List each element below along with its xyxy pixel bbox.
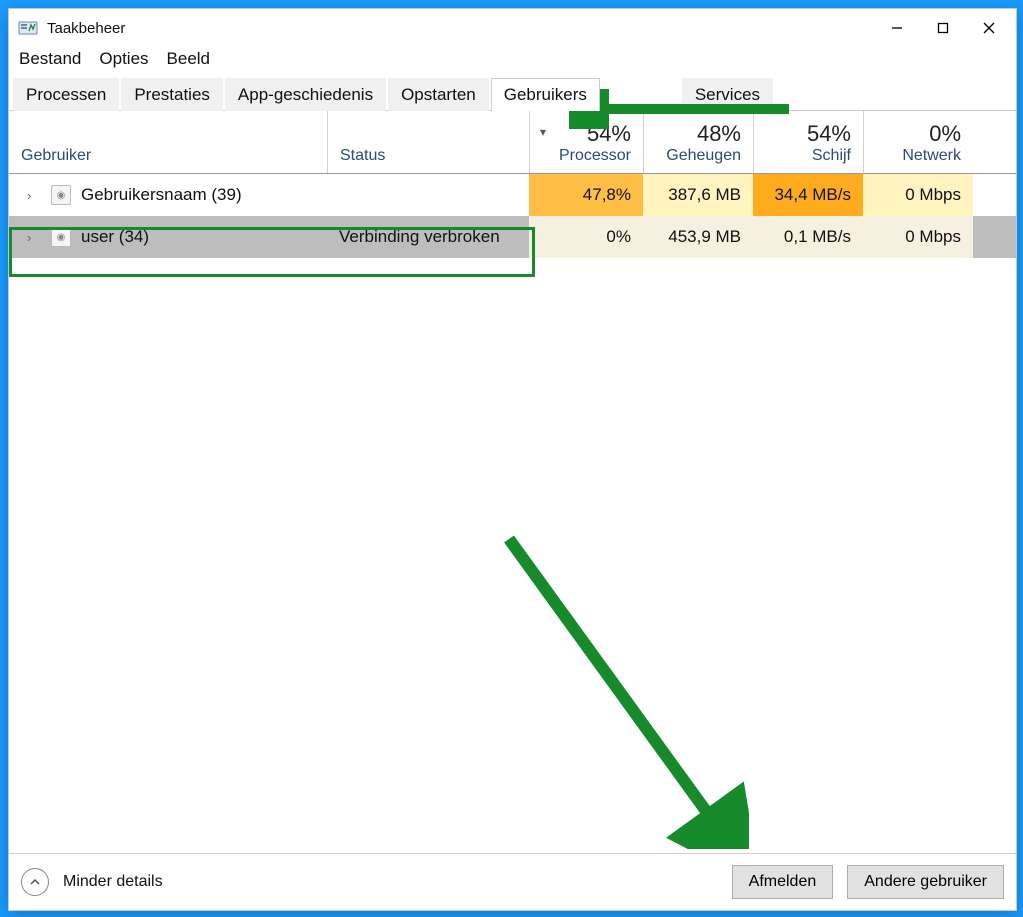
col-header-cpu-pct: 54% <box>542 121 631 147</box>
col-header-cpu[interactable]: ▾ 54% Processor <box>529 111 643 173</box>
col-header-network[interactable]: 0% Netwerk <box>863 111 973 173</box>
tab-app-history[interactable]: App-geschiedenis <box>225 78 386 111</box>
close-button[interactable] <box>966 9 1012 47</box>
tab-strip: Processen Prestaties App-geschiedenis Op… <box>9 77 1016 111</box>
footer-bar: Minder details Afmelden Andere gebruiker <box>9 853 1016 910</box>
col-header-disk-pct: 54% <box>766 121 851 147</box>
user-name: Gebruikersnaam (39) <box>81 185 242 205</box>
col-header-mem-label: Geheugen <box>656 147 741 165</box>
menu-options[interactable]: Opties <box>99 49 148 69</box>
window-title: Taakbeheer <box>47 20 125 37</box>
col-header-net-label: Netwerk <box>876 147 961 165</box>
user-cpu: 0% <box>606 227 631 247</box>
user-name: user (34) <box>81 227 149 247</box>
col-header-memory[interactable]: 48% Geheugen <box>643 111 753 173</box>
col-header-user-label: Gebruiker <box>21 147 315 165</box>
expand-icon[interactable]: › <box>27 188 41 203</box>
expand-icon[interactable]: › <box>27 230 41 245</box>
tab-services[interactable]: Services <box>682 78 773 111</box>
users-grid: Gebruiker Status ▾ 54% Processor 48% Geh… <box>9 111 1016 853</box>
user-net: 0 Mbps <box>905 227 961 247</box>
menu-bar: Bestand Opties Beeld <box>9 47 1016 77</box>
menu-view[interactable]: Beeld <box>167 49 210 69</box>
col-header-disk-label: Schijf <box>766 147 851 165</box>
col-header-disk[interactable]: 54% Schijf <box>753 111 863 173</box>
user-row[interactable]: › ◉ user (34) Verbinding verbroken 0% 45… <box>9 216 1016 258</box>
user-icon: ◉ <box>51 227 71 247</box>
user-row[interactable]: › ◉ Gebruikersnaam (39) 47,8% 387,6 MB 3… <box>9 174 1016 216</box>
user-status: Verbinding verbroken <box>339 227 500 247</box>
chevron-down-icon: ▾ <box>540 125 546 139</box>
task-manager-icon <box>17 17 39 39</box>
fewer-details-label[interactable]: Minder details <box>63 873 163 891</box>
tab-performance[interactable]: Prestaties <box>121 78 223 111</box>
sign-out-button[interactable]: Afmelden <box>732 865 834 899</box>
tab-processes[interactable]: Processen <box>13 78 119 111</box>
tab-users[interactable]: Gebruikers <box>491 78 600 111</box>
switch-user-button[interactable]: Andere gebruiker <box>847 865 1004 899</box>
col-header-net-pct: 0% <box>876 121 961 147</box>
titlebar[interactable]: Taakbeheer <box>9 9 1016 47</box>
col-header-status-label: Status <box>340 147 517 165</box>
task-manager-window: Taakbeheer Bestand Opties Beeld Processe… <box>8 8 1017 911</box>
user-cpu: 47,8% <box>583 185 631 205</box>
tab-startup[interactable]: Opstarten <box>388 78 489 111</box>
col-header-user[interactable]: Gebruiker <box>9 111 327 173</box>
rows-container: › ◉ Gebruikersnaam (39) 47,8% 387,6 MB 3… <box>9 174 1016 853</box>
col-header-mem-pct: 48% <box>656 121 741 147</box>
minimize-button[interactable] <box>874 9 920 47</box>
user-disk: 34,4 MB/s <box>774 185 851 205</box>
user-mem: 453,9 MB <box>668 227 741 247</box>
user-net: 0 Mbps <box>905 185 961 205</box>
col-header-status[interactable]: Status <box>327 111 529 173</box>
fewer-details-toggle[interactable] <box>21 868 49 896</box>
column-headers: Gebruiker Status ▾ 54% Processor 48% Geh… <box>9 111 1016 174</box>
col-header-cpu-label: Processor <box>542 147 631 165</box>
user-mem: 387,6 MB <box>668 185 741 205</box>
menu-file[interactable]: Bestand <box>19 49 81 69</box>
user-icon: ◉ <box>51 185 71 205</box>
user-disk: 0,1 MB/s <box>784 227 851 247</box>
maximize-button[interactable] <box>920 9 966 47</box>
